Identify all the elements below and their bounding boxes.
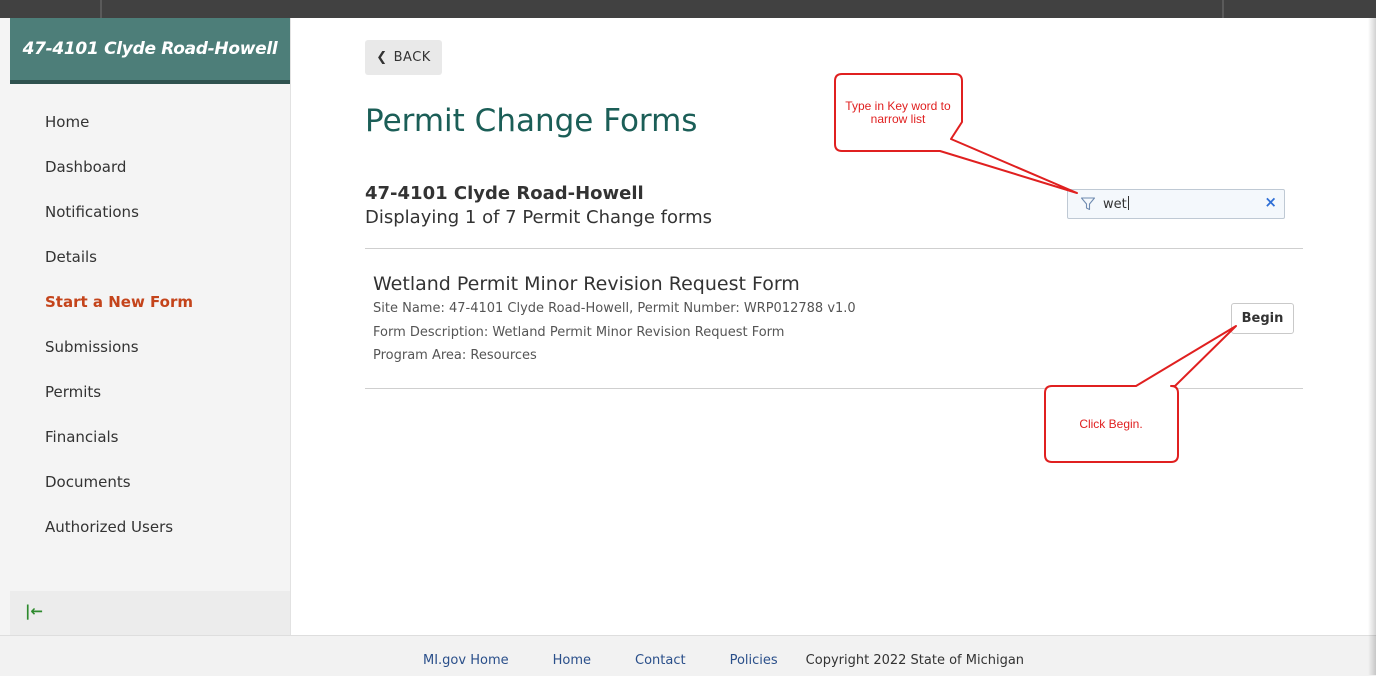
page-title: Permit Change Forms	[365, 103, 698, 139]
site-header: 47-4101 Clyde Road-Howell	[10, 18, 290, 84]
sidebar-item-notifications[interactable]: Notifications	[10, 190, 290, 235]
footer-links: MI.gov Home Home Contact Policies Copyri…	[423, 653, 1024, 668]
sidebar-item-dashboard[interactable]: Dashboard	[10, 145, 290, 190]
sidebar-collapse-bar: |←	[10, 591, 290, 635]
back-button[interactable]: ❮ BACK	[365, 40, 442, 75]
sidebar-nav: Home Dashboard Notifications Details Sta…	[10, 100, 290, 550]
footer-link-contact[interactable]: Contact	[635, 653, 686, 668]
filter-input-value: wet	[1103, 197, 1127, 212]
footer-link-migov-home[interactable]: MI.gov Home	[423, 653, 509, 668]
collapse-left-icon[interactable]: |←	[25, 602, 43, 620]
window-edge-shadow	[1368, 18, 1376, 675]
sidebar-item-financials[interactable]: Financials	[10, 415, 290, 460]
top-bar-divider	[100, 0, 102, 18]
form-description-line: Form Description: Wetland Permit Minor R…	[373, 325, 785, 340]
filter-input[interactable]: wet ×	[1067, 189, 1285, 219]
left-edge	[0, 18, 10, 635]
footer-copyright: Copyright 2022 State of Michigan	[805, 653, 1025, 668]
window-top-bar	[0, 0, 1376, 18]
footer: MI.gov Home Home Contact Policies Copyri…	[0, 635, 1376, 676]
footer-link-policies[interactable]: Policies	[730, 653, 778, 668]
chevron-left-icon: ❮	[376, 50, 388, 65]
form-title: Wetland Permit Minor Revision Request Fo…	[373, 273, 800, 295]
divider	[365, 388, 1303, 389]
keyword-callout-bubble	[834, 73, 1078, 194]
close-icon[interactable]: ×	[1264, 193, 1277, 211]
filter-icon	[1080, 197, 1096, 211]
sidebar-item-start-new-form[interactable]: Start a New Form	[10, 280, 290, 325]
form-site-line: Site Name: 47-4101 Clyde Road-Howell, Pe…	[373, 301, 856, 316]
begin-callout-bubble	[1044, 325, 1237, 463]
sidebar-item-permits[interactable]: Permits	[10, 370, 290, 415]
sidebar-item-submissions[interactable]: Submissions	[10, 325, 290, 370]
back-button-label: BACK	[393, 50, 431, 65]
site-title: 47-4101 Clyde Road-Howell	[22, 39, 278, 59]
site-name: 47-4101 Clyde Road-Howell	[365, 183, 644, 204]
sidebar-item-authorized-users[interactable]: Authorized Users	[10, 505, 290, 550]
form-program-line: Program Area: Resources	[373, 348, 537, 363]
sidebar-item-home[interactable]: Home	[10, 100, 290, 145]
keyword-callout-text: Type in Key word to narrow list	[845, 99, 951, 126]
top-bar-divider	[1222, 0, 1224, 18]
footer-link-home[interactable]: Home	[553, 653, 591, 668]
sidebar: 47-4101 Clyde Road-Howell Home Dashboard…	[10, 18, 291, 635]
result-count: Displaying 1 of 7 Permit Change forms	[365, 207, 712, 228]
divider	[365, 248, 1303, 249]
begin-button[interactable]: Begin	[1231, 303, 1294, 334]
begin-callout-text: Click Begin.	[1079, 417, 1143, 431]
sidebar-item-details[interactable]: Details	[10, 235, 290, 280]
sidebar-item-documents[interactable]: Documents	[10, 460, 290, 505]
